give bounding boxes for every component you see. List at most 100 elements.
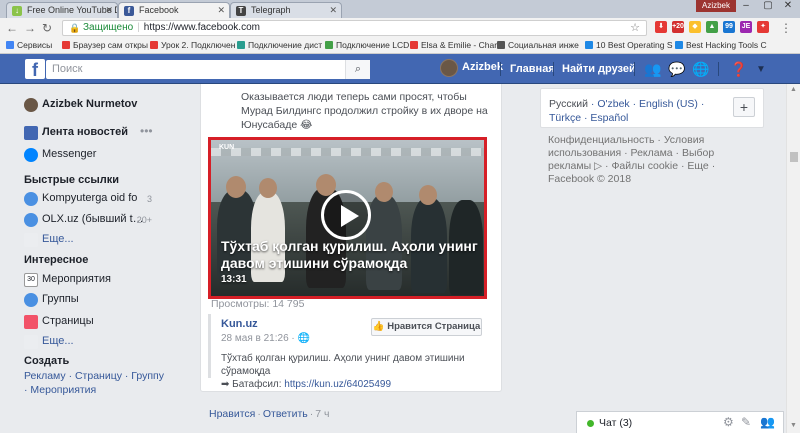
close-icon[interactable]: ✕ <box>105 5 113 16</box>
sidebar-item-pages[interactable]: Страницы <box>24 315 94 329</box>
more-icon <box>24 233 38 247</box>
menu-icon[interactable]: ⋮ <box>780 21 792 35</box>
scrollbar-thumb[interactable] <box>790 152 798 162</box>
video-player[interactable]: KUN Тўхтаб қолган қурилиш. Аҳоли унинг д… <box>208 137 487 299</box>
video-title: Тўхтаб қолган қурилиш. Аҳоли унинг давом… <box>221 238 478 271</box>
video-frame <box>211 148 484 156</box>
extension-icon[interactable]: ⬇ <box>655 21 667 33</box>
notifications-globe-icon[interactable]: 🌐 <box>692 61 709 78</box>
extension-icon[interactable]: ✦ <box>757 21 769 33</box>
shared-post-link[interactable]: https://kun.uz/64025499 <box>284 379 391 390</box>
back-icon[interactable]: ← <box>6 21 18 35</box>
bookmark-star-icon[interactable]: ☆ <box>630 21 640 34</box>
search-icon[interactable]: ⌕ <box>345 60 370 79</box>
help-icon[interactable]: ❓ <box>730 61 747 78</box>
messenger-icon[interactable]: 💬 <box>668 61 685 78</box>
sidebar-item-group[interactable]: OLX.uz (бывший t… <box>24 213 152 227</box>
video-frame <box>375 182 393 202</box>
extension-icon[interactable]: JE <box>740 21 752 33</box>
sidebar-item-group[interactable]: Kompyuterga oid fo <box>24 192 152 206</box>
avatar <box>24 98 38 112</box>
sidebar-item-events[interactable]: 30 Мероприятия <box>24 273 111 287</box>
tab-facebook[interactable]: f Facebook ✕ <box>118 2 230 18</box>
nav-find-friends[interactable]: Найти друзей <box>562 63 636 75</box>
like-link[interactable]: Нравится <box>209 408 255 420</box>
divider <box>553 62 554 76</box>
browser-toolbar: ← → ↻ 🔒 Защищено | https://www.facebook.co… <box>0 18 800 38</box>
video-frame <box>259 178 277 198</box>
scroll-up-icon[interactable]: ▲ <box>790 86 797 93</box>
divider <box>634 62 635 76</box>
shared-page-name[interactable]: Kun.uz <box>221 318 258 330</box>
feed-post: Оказывается люди теперь сами просят, что… <box>200 84 502 392</box>
more-options-icon[interactable]: ••• <box>140 124 153 138</box>
extension-icon[interactable]: ▲ <box>706 21 718 33</box>
extension-icon[interactable]: 99 <box>723 21 735 33</box>
reload-icon[interactable]: ↻ <box>42 21 52 35</box>
tab-telegraph[interactable]: T Telegraph ✕ <box>230 2 342 18</box>
page-icon <box>237 41 245 49</box>
forward-icon[interactable]: → <box>24 21 36 35</box>
bookmark-item[interactable]: Подключение дист <box>237 40 322 50</box>
bookmark-item[interactable]: Best Hacking Tools C <box>675 40 767 50</box>
more-icon <box>24 335 38 349</box>
chat-bar[interactable]: Чат (3) ⚙ ✎ 👥 <box>576 411 784 433</box>
video-frame <box>226 176 246 198</box>
comment-actions: Нравится · Ответить · 7 ч <box>209 408 330 420</box>
create-links[interactable]: Рекламу · Страницу · Группу · Мероприяти… <box>24 369 164 397</box>
messenger-icon <box>24 148 38 162</box>
bookmark-item[interactable]: Сервисы <box>6 40 52 50</box>
maximize-icon[interactable]: ▢ <box>758 0 778 11</box>
add-people-icon[interactable]: 👥 <box>760 415 775 429</box>
sidebar-item-profile[interactable]: Azizbek Nurmetov <box>24 98 137 112</box>
sidebar-more-shortcuts[interactable]: Еще... <box>24 233 74 247</box>
tab-youtube-downloader[interactable]: ↓ Free Online YouTube Do ✕ <box>6 2 118 18</box>
scroll-down-icon[interactable]: ▼ <box>790 422 797 429</box>
sidebar-item-messenger[interactable]: Messenger <box>24 148 96 162</box>
page-scrollbar[interactable]: ▲ ▼ <box>786 84 800 433</box>
browser-profile-chip[interactable]: Azizbek <box>695 0 736 12</box>
nav-home[interactable]: Главная <box>510 63 555 75</box>
search-input[interactable]: Поиск <box>46 60 370 79</box>
page-icon <box>150 41 158 49</box>
count-badge: 20+ <box>136 215 152 225</box>
like-page-button[interactable]: 👍 Нравится Страница <box>371 318 482 336</box>
settings-gear-icon[interactable]: ⚙ <box>723 415 734 429</box>
close-icon[interactable]: ✕ <box>217 5 225 16</box>
bookmark-item[interactable]: Elsa & Emilie - Char <box>410 40 497 50</box>
bookmark-item[interactable]: Подключение LCD <box>325 40 409 50</box>
address-bar[interactable]: 🔒 Защищено | https://www.facebook.com ☆ <box>62 20 647 36</box>
online-status-icon <box>587 420 594 427</box>
page-icon <box>675 41 683 49</box>
footer-links[interactable]: Конфиденциальность · Условия использован… <box>548 134 758 173</box>
extension-icon[interactable]: ◆ <box>689 21 701 33</box>
close-window-icon[interactable]: ✕ <box>778 0 798 11</box>
minimize-icon[interactable]: – <box>736 0 756 11</box>
sidebar-item-groups[interactable]: Группы <box>24 293 79 307</box>
channel-watermark: KUN <box>219 144 235 151</box>
group-icon <box>24 213 38 227</box>
shared-post-date[interactable]: 28 мая в 21:26 · 🌐 <box>221 333 310 344</box>
account-menu-icon[interactable]: ▼ <box>756 64 766 75</box>
comment-time[interactable]: 7 ч <box>315 408 329 420</box>
bookmark-item[interactable]: 10 Best Operating S <box>585 40 673 50</box>
sidebar-more-explore[interactable]: Еще... <box>24 335 74 349</box>
facebook-logo[interactable]: f <box>25 59 45 80</box>
compose-icon[interactable]: ✎ <box>741 415 751 429</box>
download-icon: ↓ <box>12 6 22 16</box>
page-icon <box>62 41 70 49</box>
extension-badge-icon[interactable]: +20 <box>672 21 684 33</box>
profile-link[interactable]: Azizbek <box>440 59 503 77</box>
friend-requests-icon[interactable]: 👥 <box>644 61 661 78</box>
sidebar-item-news-feed[interactable]: Лента новостей <box>24 126 128 140</box>
bookmark-item[interactable]: Браузер сам откры <box>62 40 148 50</box>
bookmark-item[interactable]: Социальная инже <box>497 40 579 50</box>
copyright: Facebook © 2018 <box>548 173 632 185</box>
current-language: Русский <box>549 98 588 110</box>
reply-link[interactable]: Ответить <box>263 408 308 420</box>
play-icon[interactable] <box>321 190 371 240</box>
language-list: Русский · O'zbek · English (US) · Türkçe… <box>549 98 705 124</box>
add-language-button[interactable]: + <box>733 97 755 117</box>
close-icon[interactable]: ✕ <box>329 5 337 16</box>
bookmark-item[interactable]: Урок 2. Подключен <box>150 40 235 50</box>
